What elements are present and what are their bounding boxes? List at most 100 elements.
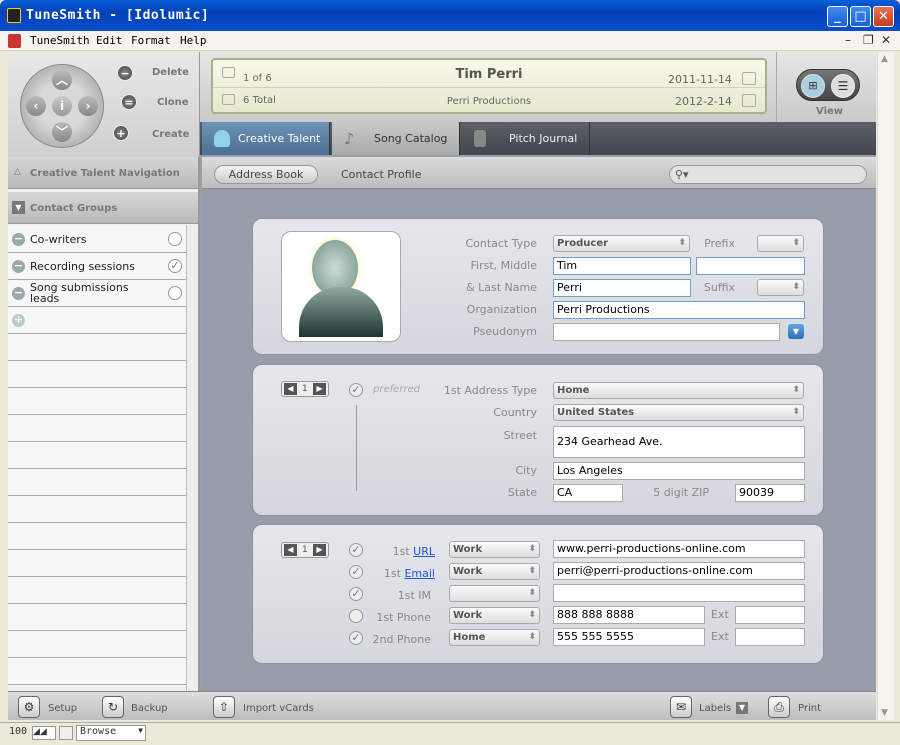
- url-link[interactable]: URL: [413, 545, 435, 558]
- menu-help[interactable]: Help: [180, 34, 207, 47]
- organization-input[interactable]: Perri Productions: [553, 301, 805, 319]
- prev-page-icon[interactable]: ◀: [284, 383, 297, 395]
- nav-down-icon[interactable]: ﹀: [52, 122, 72, 142]
- preferred-checkbox[interactable]: ✓: [349, 383, 363, 397]
- contact-type-select[interactable]: Producer: [553, 235, 690, 252]
- doc-icon[interactable]: [8, 34, 21, 48]
- im-input[interactable]: [553, 584, 805, 602]
- print-button[interactable]: Print: [798, 703, 821, 714]
- zoom-level[interactable]: 100: [9, 726, 27, 737]
- sidebar-nav-header[interactable]: △ Creative Talent Navigation: [8, 157, 198, 189]
- labels-icon[interactable]: ✉: [670, 696, 692, 718]
- nav-up-icon[interactable]: ︿: [52, 70, 72, 90]
- sidebar-scrollbar[interactable]: [186, 225, 198, 691]
- delete-button[interactable]: Delete: [152, 67, 189, 78]
- print-icon[interactable]: ⎙: [768, 696, 790, 718]
- menu-edit[interactable]: Edit: [96, 34, 123, 47]
- menu-tunesmith[interactable]: TuneSmith: [30, 34, 90, 47]
- next-page-icon[interactable]: ▶: [313, 544, 326, 556]
- tab-creative-talent[interactable]: Creative Talent: [202, 122, 330, 155]
- mdi-minimize-icon[interactable]: –: [845, 33, 851, 47]
- app-icon[interactable]: [7, 8, 21, 23]
- create-button[interactable]: Create: [152, 129, 189, 140]
- list-view-icon[interactable]: ☰: [831, 74, 855, 98]
- group-checkbox[interactable]: [168, 232, 182, 246]
- edit-icon[interactable]: [742, 94, 756, 107]
- remove-icon[interactable]: −: [12, 233, 25, 246]
- contact-profile-link[interactable]: Contact Profile: [341, 168, 422, 181]
- pseudonym-dropdown-icon[interactable]: ▼: [788, 324, 804, 339]
- zip-input[interactable]: 90039: [735, 484, 805, 502]
- mdi-restore-icon[interactable]: ❐: [863, 33, 874, 47]
- country-select[interactable]: United States: [553, 404, 804, 421]
- view-toggle[interactable]: ⊞ ☰: [796, 69, 860, 101]
- info-icon[interactable]: i: [52, 96, 72, 116]
- tab-song-catalog[interactable]: ♪ Song Catalog: [332, 122, 460, 155]
- create-icon[interactable]: +: [113, 125, 129, 141]
- setup-button[interactable]: Setup: [48, 703, 77, 714]
- scroll-down-icon[interactable]: ▼: [881, 708, 888, 718]
- city-input[interactable]: Los Angeles: [553, 462, 805, 480]
- tab-pitch-journal[interactable]: Pitch Journal: [462, 122, 590, 155]
- mode-select[interactable]: Browse ▼: [76, 725, 146, 741]
- email-input[interactable]: perri@perri-productions-online.com: [553, 562, 805, 580]
- clone-icon[interactable]: =: [121, 94, 137, 110]
- labels-button[interactable]: Labels: [699, 703, 731, 714]
- prev-page-icon[interactable]: ◀: [284, 544, 297, 556]
- url-type-select[interactable]: Work: [449, 541, 540, 558]
- prefix-select[interactable]: [757, 235, 804, 252]
- nav-left-icon[interactable]: ‹: [26, 96, 46, 116]
- clone-button[interactable]: Clone: [157, 97, 189, 108]
- address-type-select[interactable]: Home: [553, 382, 804, 399]
- menu-format[interactable]: Format: [131, 34, 171, 47]
- setup-icon[interactable]: ⚙: [18, 696, 40, 718]
- phone1-ext-input[interactable]: [735, 606, 805, 624]
- window-scrollbar[interactable]: ▲ ▼: [877, 52, 894, 720]
- nav-right-icon[interactable]: ›: [78, 96, 98, 116]
- phone1-type-select[interactable]: Work: [449, 607, 540, 624]
- address-book-button[interactable]: Address Book: [214, 165, 318, 184]
- contact-groups-header[interactable]: ▼ Contact Groups: [8, 192, 198, 224]
- street-input[interactable]: 234 Gearhead Ave.: [553, 426, 805, 458]
- first-name-input[interactable]: Tim: [553, 257, 691, 275]
- list-item[interactable]: − Song submissions leads: [8, 280, 186, 307]
- avatar[interactable]: [281, 231, 401, 342]
- labels-dropdown-icon[interactable]: ▼: [736, 702, 748, 714]
- phone2-input[interactable]: 555 555 5555: [553, 628, 705, 646]
- list-item[interactable]: − Co-writers: [8, 226, 186, 253]
- pseudonym-input[interactable]: [553, 323, 780, 341]
- add-date-icon[interactable]: [742, 72, 756, 85]
- add-group-icon[interactable]: +: [12, 314, 25, 327]
- phone2-type-select[interactable]: Home: [449, 629, 540, 646]
- group-checkbox[interactable]: ✓: [168, 259, 182, 273]
- group-checkbox[interactable]: [168, 286, 182, 300]
- email-checkbox[interactable]: ✓: [349, 565, 363, 579]
- email-type-select[interactable]: Work: [449, 563, 540, 580]
- suffix-select[interactable]: [757, 279, 804, 296]
- search-input[interactable]: ⚲▾: [669, 165, 867, 184]
- im-type-select[interactable]: [449, 585, 540, 602]
- status-toggle-icon[interactable]: [59, 726, 73, 740]
- last-name-input[interactable]: Perri: [553, 279, 691, 297]
- maximize-icon[interactable]: □: [850, 6, 871, 27]
- close-icon[interactable]: ✕: [873, 6, 894, 27]
- next-page-icon[interactable]: ▶: [313, 383, 326, 395]
- phone1-input[interactable]: 888 888 8888: [553, 606, 705, 624]
- remove-icon[interactable]: −: [12, 260, 25, 273]
- middle-name-input[interactable]: [696, 257, 805, 275]
- import-icon[interactable]: ⇧: [213, 696, 235, 718]
- email-link[interactable]: Email: [404, 567, 435, 580]
- url-input[interactable]: www.perri-productions-online.com: [553, 540, 805, 558]
- backup-button[interactable]: Backup: [131, 703, 168, 714]
- backup-icon[interactable]: ↻: [102, 696, 124, 718]
- delete-icon[interactable]: −: [117, 65, 133, 81]
- list-item[interactable]: − Recording sessions ✓: [8, 253, 186, 280]
- import-vcards-button[interactable]: Import vCards: [243, 703, 314, 714]
- url-checkbox[interactable]: ✓: [349, 543, 363, 557]
- mdi-close-icon[interactable]: ✕: [881, 33, 891, 47]
- phone2-ext-input[interactable]: [735, 628, 805, 646]
- minimize-icon[interactable]: _: [827, 6, 848, 27]
- scroll-up-icon[interactable]: ▲: [881, 54, 888, 64]
- remove-icon[interactable]: −: [12, 287, 25, 300]
- grid-view-icon[interactable]: ⊞: [801, 74, 825, 98]
